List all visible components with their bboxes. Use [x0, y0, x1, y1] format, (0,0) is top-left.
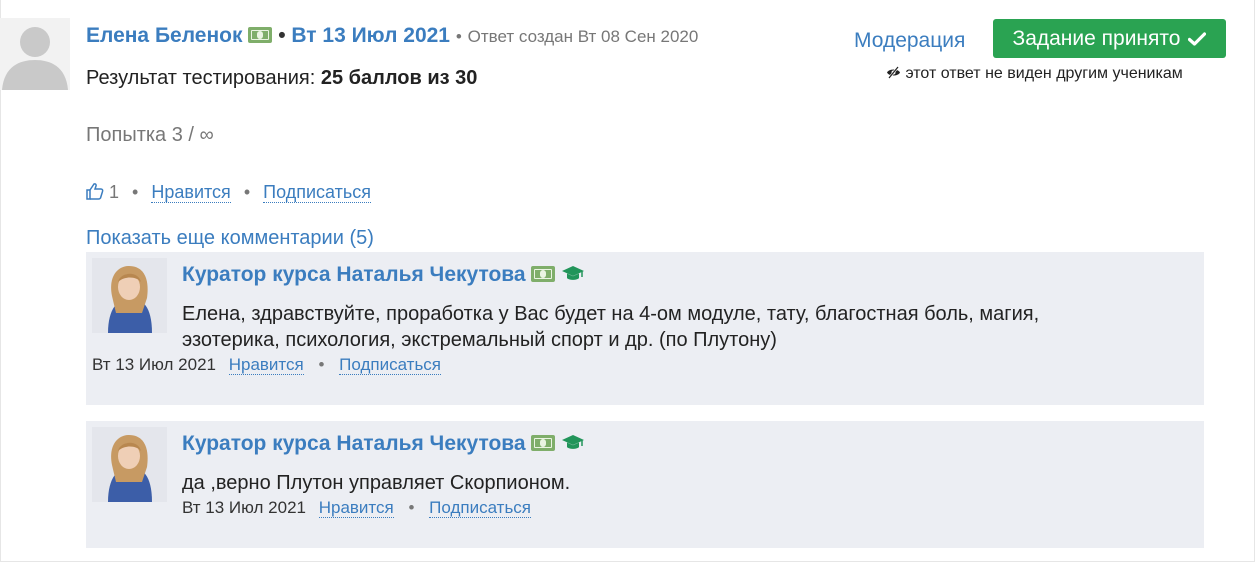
like-link[interactable]: Нравится	[228, 355, 304, 375]
avatar[interactable]	[0, 18, 70, 90]
author-name[interactable]: Елена Беленок	[86, 24, 243, 47]
subscribe-link[interactable]: Подписаться	[263, 182, 371, 203]
comment-meta: Вт 13 Июл 2021 Нравится • Подписаться	[182, 498, 532, 518]
result-label: Результат тестирования:	[86, 67, 316, 89]
subscribe-link[interactable]: Подписаться	[429, 498, 532, 518]
curator-photo	[92, 258, 167, 333]
comment-date: Вт 13 Июл 2021	[92, 355, 216, 374]
like-link[interactable]: Нравится	[318, 498, 394, 518]
graduation-cap-icon	[562, 266, 585, 280]
task-accepted-button[interactable]: Задание принято	[993, 19, 1226, 58]
separator-dot: •	[455, 27, 462, 46]
comment-text: да ,верно Плутон управляет Скорпионом.	[182, 472, 571, 494]
comment-meta: Вт 13 Июл 2021 Нравится • Подписаться	[92, 355, 442, 375]
attempt-counter: Попытка 3 / ∞	[86, 124, 214, 146]
money-icon	[531, 266, 556, 282]
money-icon	[531, 435, 556, 451]
like-link[interactable]: Нравится	[151, 182, 231, 203]
comment-text: Елена, здравствуйте, проработка у Вас бу…	[182, 301, 1039, 353]
curator-avatar[interactable]	[92, 258, 167, 333]
separator-dot: •	[243, 182, 251, 202]
result-value: 25 баллов из 30	[320, 67, 478, 89]
comment-item: Куратор курса Наталья Чекутова да ,верно…	[86, 421, 1204, 548]
subscribe-link[interactable]: Подписаться	[339, 355, 442, 375]
hidden-note: этот ответ не виден другим ученикам	[886, 65, 1183, 83]
comment-text-line: эзотерика, психология, экстремальный спо…	[182, 329, 777, 351]
hidden-note-text: этот ответ не виден другим ученикам	[905, 65, 1183, 82]
curator-avatar[interactable]	[92, 427, 167, 502]
separator-dot: •	[318, 355, 325, 374]
eye-slash-icon	[887, 66, 900, 79]
moderation-link[interactable]: Модерация	[854, 29, 965, 53]
user-placeholder-icon	[2, 27, 68, 90]
comment-item: Куратор курса Наталья Чекутова Елена, зд…	[86, 252, 1204, 405]
test-result: Результат тестирования: 25 баллов из 30	[86, 67, 477, 90]
comment-author[interactable]: Куратор курса Наталья Чекутова	[182, 263, 526, 286]
curator-photo	[92, 427, 167, 502]
comment-date: Вт 13 Июл 2021	[182, 498, 306, 517]
checkmark-icon	[1188, 31, 1207, 46]
likes-count: 1	[109, 182, 120, 202]
separator-dot: •	[132, 182, 139, 202]
thumbs-up-icon[interactable]	[86, 182, 104, 200]
separator-dot: •	[408, 498, 415, 517]
comment-text-line: Елена, здравствуйте, проработка у Вас бу…	[182, 303, 1040, 325]
show-more-comments-link[interactable]: Показать еще комментарии (5)	[86, 227, 374, 250]
money-icon	[248, 27, 273, 43]
task-accepted-label: Задание принято	[1012, 26, 1181, 50]
graduation-cap-icon	[562, 435, 585, 449]
answer-date[interactable]: Вт 13 Июл 2021	[291, 24, 450, 47]
created-label: Ответ создан Вт 08 Сен 2020	[467, 27, 699, 46]
comment-author[interactable]: Куратор курса Наталья Чекутова	[182, 432, 526, 455]
separator-dot: •	[278, 24, 286, 47]
